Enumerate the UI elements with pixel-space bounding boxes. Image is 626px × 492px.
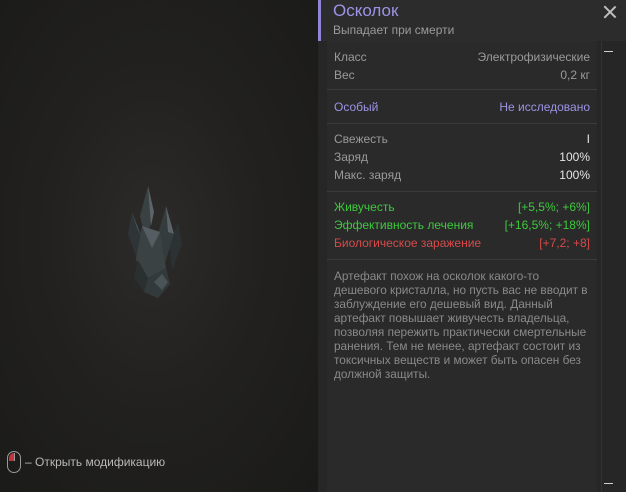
special-section: Особый Не исследовано [327,98,597,116]
stat-value: 0,2 кг [560,68,590,82]
stat-row-weight: Вес 0,2 кг [334,66,590,84]
stat-row-freshness: Свежесть I [334,130,590,148]
crystal-shard-icon [128,186,182,298]
scroll-up-marker[interactable] [604,51,613,52]
stat-row-special: Особый Не исследовано [334,98,590,116]
divider [327,123,597,124]
close-icon[interactable] [602,4,618,20]
effect-value: [+7,2; +8] [539,236,590,250]
stat-label: Вес [334,68,355,82]
stat-value: 100% [559,150,590,164]
stat-row-class: Класс Электрофизические [334,48,590,66]
scroll-down-marker[interactable] [604,483,613,484]
effect-row-bio-contamination: Биологическое заражение [+7,2; +8] [334,234,590,252]
scrollbar[interactable] [601,41,622,492]
mouse-left-click-icon [7,451,21,473]
effect-value: [+16,5%; +18%] [504,218,590,232]
effect-label: Живучесть [334,200,395,214]
divider [327,89,597,90]
item-subtitle: Выпадает при смерти [333,23,455,37]
open-modification-hint: – Открыть модификацию [7,450,165,474]
divider [327,259,597,260]
item-details: Класс Электрофизические Вес 0,2 кг Особы… [327,41,597,492]
item-title: Осколок [333,1,399,20]
stat-label: Заряд [334,150,368,164]
state-stats: Свежесть I Заряд 100% Макс. заряд 100% [327,130,597,184]
panel-header: Осколок Выпадает при смерти [318,0,626,41]
item-description: Артефакт похож на осколок какого-то деше… [334,269,588,381]
stat-row-charge: Заряд 100% [334,148,590,166]
stat-label: Класс [334,50,367,64]
divider [327,191,597,192]
stat-value: Электрофизические [477,50,590,64]
stat-label: Свежесть [334,132,388,146]
effect-row-healing: Эффективность лечения [+16,5%; +18%] [334,216,590,234]
effect-row-vitality: Живучесть [+5,5%; +6%] [334,198,590,216]
special-value: Не исследовано [499,100,590,114]
item-preview-viewport[interactable]: – Открыть модификацию [0,0,318,492]
effect-label: Эффективность лечения [334,218,474,232]
stat-value: I [586,132,590,146]
effect-value: [+5,5%; +6%] [517,200,590,214]
accent-bar [318,0,321,41]
hint-text: – Открыть модификацию [25,455,166,469]
effect-label: Биологическое заражение [334,236,482,250]
basic-stats: Класс Электрофизические Вес 0,2 кг [327,48,597,84]
item-info-panel: Осколок Выпадает при смерти Класс Электр… [318,0,626,492]
scrollbar-track [601,41,602,492]
effects-list: Живучесть [+5,5%; +6%] Эффективность леч… [327,198,597,252]
stat-label: Макс. заряд [334,168,402,182]
stat-value: 100% [559,168,590,182]
stat-row-max-charge: Макс. заряд 100% [334,166,590,184]
special-label: Особый [334,100,379,114]
